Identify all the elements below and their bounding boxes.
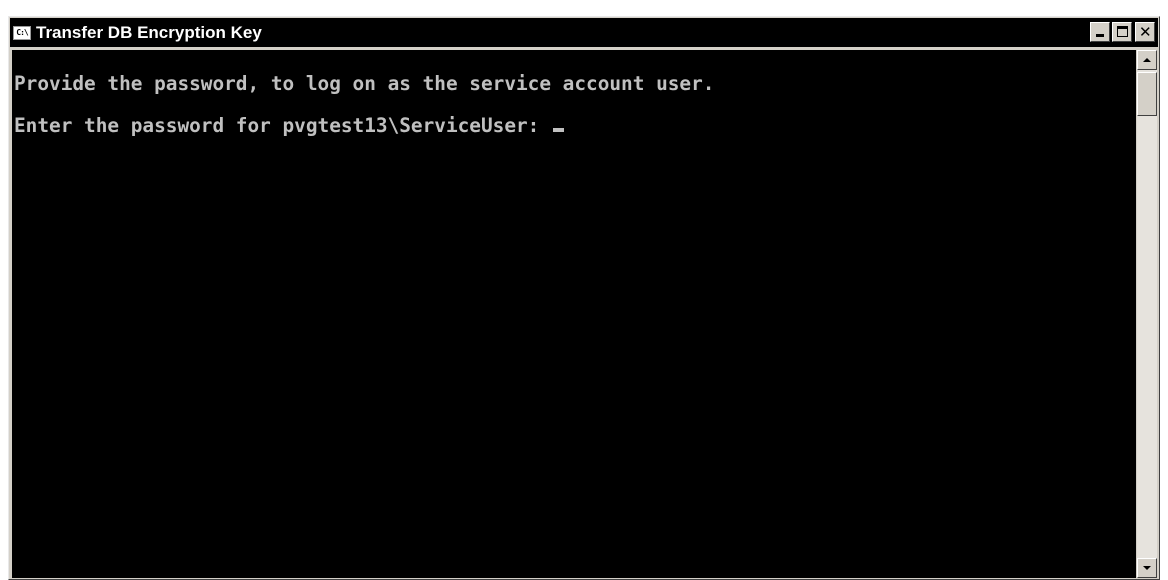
console-output[interactable]: Provide the password, to log on as the s… — [12, 50, 1136, 578]
console-line-prompt-info: Provide the password, to log on as the s… — [14, 72, 714, 96]
arrow-up-icon — [1143, 58, 1151, 62]
console-window: C:\ Transfer DB Encryption Key ✕ Provide… — [8, 16, 1160, 580]
title-bar[interactable]: C:\ Transfer DB Encryption Key ✕ — [10, 18, 1158, 47]
console-line-text: Enter the password for pvgtest13\Service… — [14, 114, 552, 137]
maximize-button[interactable] — [1112, 22, 1132, 42]
window-title: Transfer DB Encryption Key — [36, 22, 262, 42]
close-button[interactable]: ✕ — [1135, 22, 1155, 42]
caption-buttons: ✕ — [1088, 22, 1155, 42]
console-icon[interactable]: C:\ — [13, 25, 31, 40]
close-icon: ✕ — [1139, 23, 1152, 41]
console-line-text: Provide the password, to log on as the s… — [14, 72, 715, 95]
minimize-button[interactable] — [1090, 22, 1110, 42]
maximize-icon — [1117, 26, 1128, 37]
minimize-icon — [1096, 34, 1104, 37]
scroll-up-button[interactable] — [1137, 50, 1157, 70]
scroll-down-button[interactable] — [1137, 558, 1157, 578]
arrow-down-icon — [1143, 566, 1151, 570]
vertical-scrollbar[interactable] — [1137, 50, 1157, 578]
text-cursor — [553, 128, 565, 132]
scroll-thumb[interactable] — [1137, 72, 1157, 116]
console-line-password-prompt[interactable]: Enter the password for pvgtest13\Service… — [14, 114, 565, 138]
